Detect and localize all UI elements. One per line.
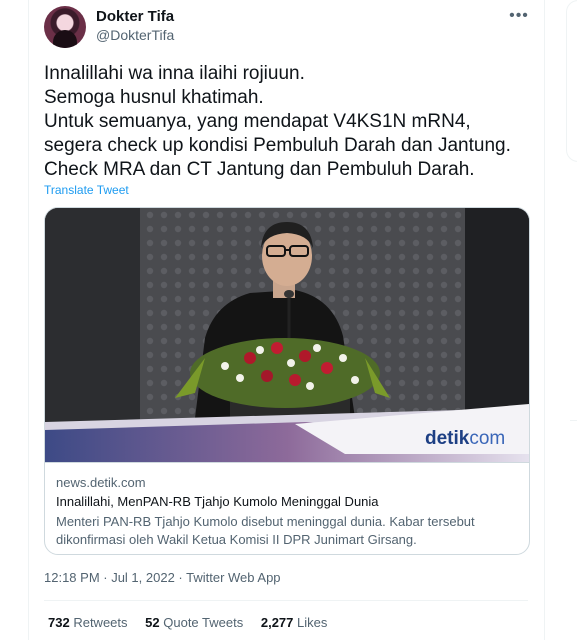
quote-tweets-stat[interactable]: 52 Quote Tweets: [145, 615, 243, 630]
side-panel-divider: [570, 420, 577, 421]
author-handle[interactable]: @DokterTifa: [96, 27, 174, 43]
retweets-count: 732: [48, 615, 70, 630]
detik-watermark: detikcom: [425, 428, 505, 449]
card-image[interactable]: detikcom: [45, 208, 529, 462]
author-display-name[interactable]: Dokter Tifa: [96, 8, 174, 25]
tweet-text-line: Innalillahi wa inna ilaihi rojiuun.: [44, 63, 305, 84]
tweet-text-line: Semoga husnul khatimah.: [44, 87, 264, 108]
tweet-text-line: Untuk semuanya, yang mendapat V4KS1N mRN…: [44, 111, 471, 132]
likes-stat[interactable]: 2,277 Likes: [261, 615, 328, 630]
likes-label: Likes: [297, 615, 328, 630]
card-description-line: Menteri PAN-RB Tjahjo Kumolo disebut men…: [56, 514, 475, 529]
translate-tweet-link[interactable]: Translate Tweet: [44, 183, 129, 197]
tweet-text: Innalillahi wa inna ilaihi rojiuun. Semo…: [44, 62, 534, 182]
quote-tweets-label: Quote Tweets: [163, 615, 244, 630]
quote-tweets-count: 52: [145, 615, 160, 630]
link-preview-card[interactable]: detikcom news.detik.com Innalillahi, Men…: [44, 207, 530, 555]
card-info[interactable]: news.detik.com Innalillahi, MenPAN-RB Tj…: [45, 462, 529, 554]
more-horizontal-icon[interactable]: •••: [508, 6, 530, 26]
likes-count: 2,277: [260, 615, 294, 630]
tweet-text-line: segera check up kondisi Pembuluh Darah d…: [44, 135, 511, 156]
news-photo: detikcom: [45, 208, 529, 462]
timeline-right-border: [544, 0, 545, 640]
avatar[interactable]: [44, 6, 86, 48]
timeline-left-border: [28, 0, 29, 640]
card-domain: news.detik.com: [56, 475, 146, 490]
card-description: Menteri PAN-RB Tjahjo Kumolo disebut men…: [56, 513, 521, 549]
card-description-line: dikonfirmasi oleh Wakil Ketua Komisi II …: [56, 532, 417, 547]
divider: [44, 600, 528, 601]
engagement-stats: 732 Retweets 52 Quote Tweets 2,277 Likes: [48, 615, 341, 630]
retweets-label: Retweets: [73, 615, 128, 630]
retweets-stat[interactable]: 732 Retweets: [48, 615, 128, 630]
side-panel-edge: [566, 0, 577, 162]
card-title[interactable]: Innalillahi, MenPAN-RB Tjahjo Kumolo Men…: [56, 494, 379, 509]
tweet-text-line: Check MRA dan CT Jantung dan Pembuluh Da…: [44, 159, 475, 180]
tweet-timestamp[interactable]: 12:18 PM · Jul 1, 2022 · Twitter Web App: [44, 570, 281, 585]
